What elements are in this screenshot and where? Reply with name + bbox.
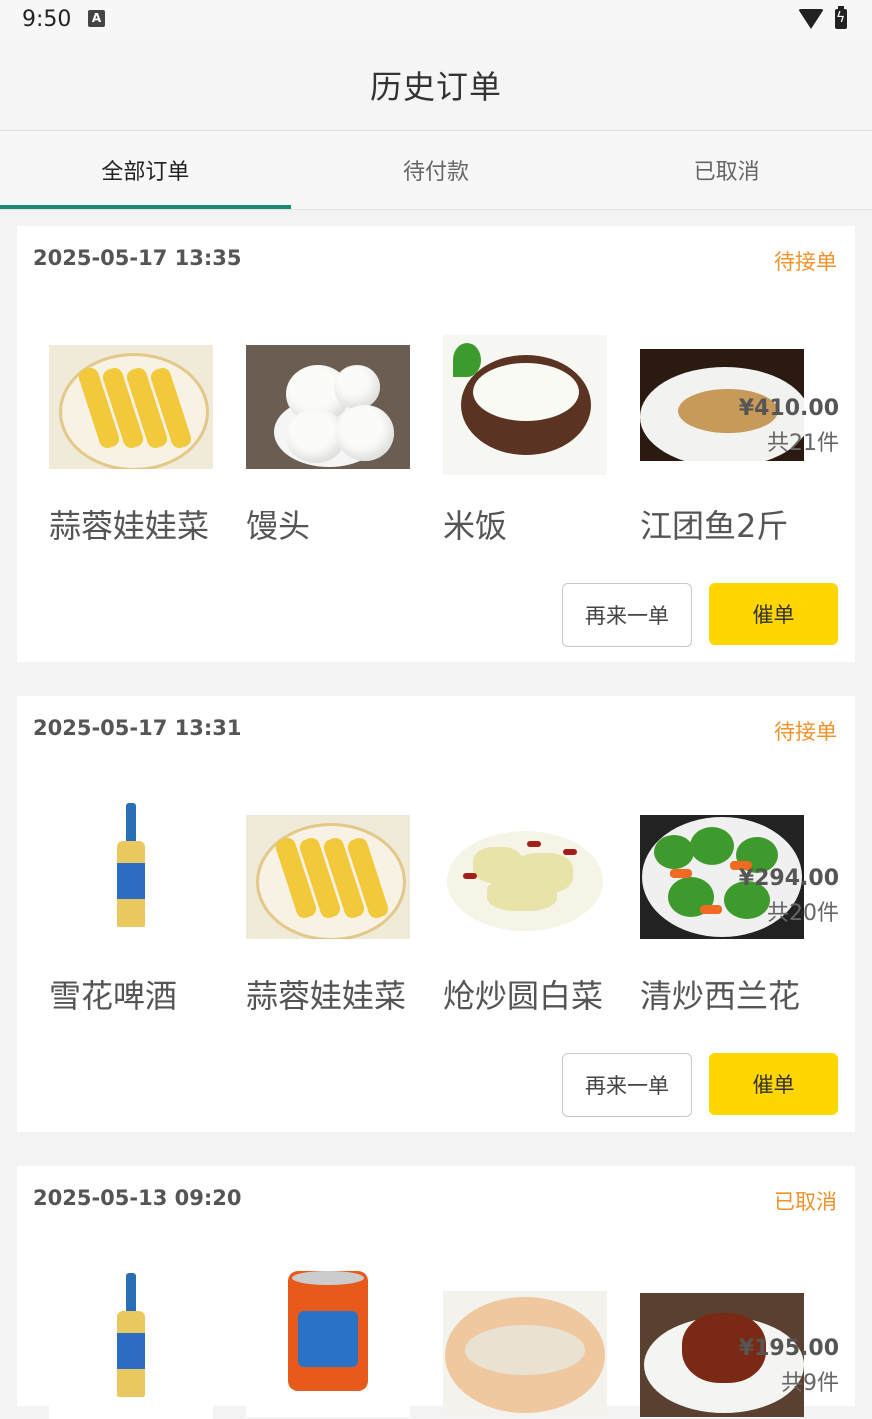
order-card[interactable]: 2025-05-17 13:31 待接单 雪花啤酒 蒜蓉娃娃菜 炝炒圆白菜 清炒…	[17, 696, 855, 1132]
urge-order-button[interactable]: 催单	[709, 1053, 838, 1115]
order-item-count: 共9件	[781, 1371, 839, 1396]
order-time: 2025-05-13 09:20	[33, 1186, 242, 1210]
order-item: 雪花啤酒	[49, 799, 246, 1015]
wifi-icon	[798, 9, 824, 29]
status-time: 9:50	[22, 7, 72, 32]
order-time: 2025-05-17 13:35	[33, 246, 242, 270]
stir-fried-cabbage-image	[443, 823, 607, 931]
cabbage-dish-image	[49, 345, 213, 469]
order-card[interactable]: 2025-05-17 13:35 待接单 蒜蓉娃娃菜 馒头 米饭 江团鱼2斤 ¥…	[17, 226, 855, 662]
order-item	[246, 1267, 443, 1419]
beer-bottle-image	[49, 1269, 213, 1419]
tab-all-orders[interactable]: 全部订单	[0, 131, 291, 209]
tab-cancelled[interactable]: 已取消	[581, 131, 872, 209]
order-item-count: 共21件	[767, 431, 839, 456]
steamed-bun-image	[246, 345, 410, 469]
item-name: 炝炒圆白菜	[443, 977, 604, 1015]
order-summary: ¥410.00 共21件	[739, 396, 839, 457]
item-name: 蒜蓉娃娃菜	[246, 977, 407, 1015]
order-item	[49, 1269, 246, 1419]
reorder-button[interactable]: 再来一单	[562, 1053, 692, 1117]
order-items: 蒜蓉娃娃菜 馒头 米饭 江团鱼2斤	[49, 331, 837, 545]
item-name: 米饭	[443, 507, 508, 545]
page-title: 历史订单	[0, 40, 872, 131]
battery-icon	[835, 6, 847, 29]
tab-pending-payment[interactable]: 待付款	[291, 131, 582, 209]
item-name: 清炒西兰花	[640, 977, 801, 1015]
rice-bowl-image	[443, 335, 607, 475]
urge-order-button[interactable]: 催单	[709, 583, 838, 645]
order-item: 蒜蓉娃娃菜	[246, 801, 443, 1015]
order-summary: ¥294.00 共20件	[739, 866, 839, 927]
item-name: 江团鱼2斤	[640, 507, 789, 545]
order-time: 2025-05-17 13:31	[33, 716, 242, 740]
reorder-button[interactable]: 再来一单	[562, 583, 692, 647]
order-total-price: ¥195.00	[738, 1336, 839, 1361]
order-item-count: 共20件	[767, 901, 839, 926]
notification-icon: A	[88, 10, 105, 27]
status-bar: 9:50 A	[0, 0, 872, 40]
order-summary: ¥195.00 共9件	[739, 1336, 839, 1397]
fish-dish-image	[443, 1291, 607, 1415]
tab-bar: 全部订单 待付款 已取消	[0, 131, 872, 210]
item-name: 雪花啤酒	[49, 977, 178, 1015]
order-card[interactable]: 2025-05-13 09:20 已取消 ¥195.00 共9件	[17, 1166, 855, 1419]
order-item: 蒜蓉娃娃菜	[49, 331, 246, 545]
order-item: 炝炒圆白菜	[443, 801, 640, 1015]
item-name: 蒜蓉娃娃菜	[49, 507, 210, 545]
order-total-price: ¥294.00	[738, 866, 839, 891]
cabbage-dish-image	[246, 815, 410, 939]
item-name: 馒头	[246, 507, 311, 545]
order-status: 已取消	[774, 1190, 837, 1214]
beer-bottle-image	[49, 799, 213, 949]
order-total-price: ¥410.00	[738, 396, 839, 421]
order-status: 待接单	[774, 720, 837, 744]
order-items	[49, 1267, 837, 1419]
order-item: 馒头	[246, 331, 443, 545]
soda-can-image	[246, 1267, 410, 1417]
order-item: 米饭	[443, 331, 640, 545]
order-status: 待接单	[774, 250, 837, 274]
order-item	[443, 1271, 640, 1419]
order-items: 雪花啤酒 蒜蓉娃娃菜 炝炒圆白菜 清炒西兰花	[49, 799, 837, 1015]
